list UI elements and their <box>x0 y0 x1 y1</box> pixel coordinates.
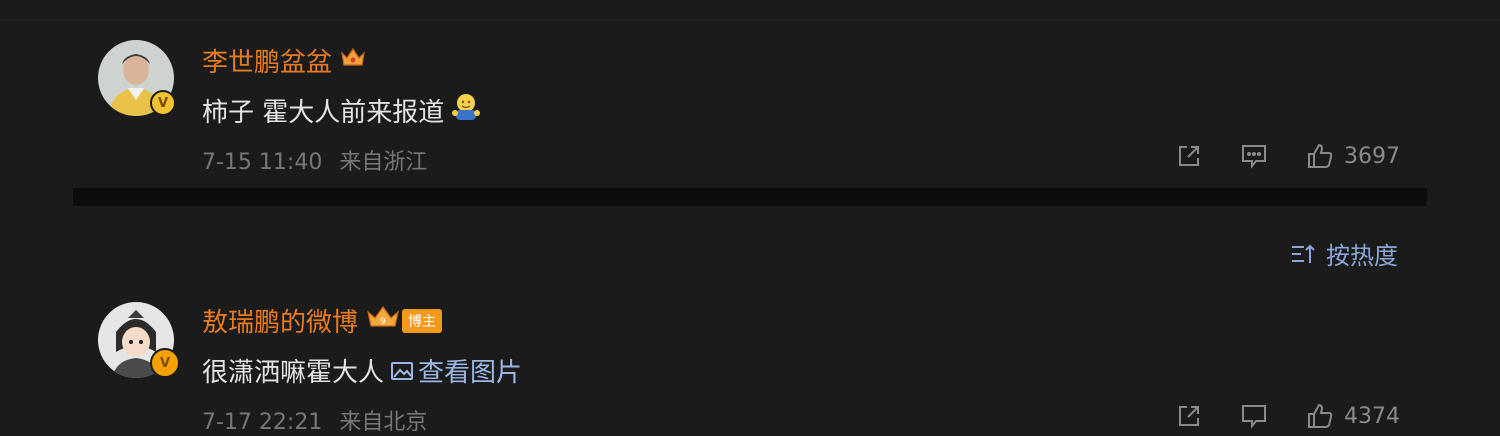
timestamp: 7-17 22:21 <box>202 410 323 435</box>
sort-icon <box>1292 244 1315 263</box>
location: 来自北京 <box>339 410 428 435</box>
crown-icon: 9 <box>366 304 400 337</box>
image-icon <box>391 361 414 380</box>
timestamp: 7-15 11:40 <box>202 150 323 175</box>
comment-actions: 4374 <box>1176 402 1400 430</box>
svg-text:9: 9 <box>380 317 386 327</box>
share-icon <box>1179 406 1199 426</box>
author-tag: 博主 <box>402 308 443 333</box>
view-image-link[interactable]: 查看图片 <box>390 352 522 389</box>
like-count: 4374 <box>1344 403 1400 429</box>
comment-meta: 7-17 22:21 来自北京 <box>202 404 427 436</box>
like-button[interactable]: 4374 <box>1306 402 1400 430</box>
location: 来自浙江 <box>339 150 428 175</box>
sort-toggle[interactable]: 按热度 <box>1290 236 1398 271</box>
sort-label[interactable]: 按热度 <box>1326 236 1398 271</box>
avatar[interactable]: V <box>98 302 180 378</box>
comment-content: 很潇洒嘛霍大人 查看图片 <box>202 352 522 389</box>
comment-text: 很潇洒嘛霍大人 <box>202 358 385 388</box>
section-divider <box>73 188 1427 206</box>
username-text[interactable]: 敖瑞鹏的微博 <box>202 302 358 339</box>
share-button[interactable] <box>1176 403 1202 429</box>
thumbs-up-icon <box>1308 403 1333 428</box>
view-image-text[interactable]: 查看图片 <box>418 352 522 389</box>
username[interactable]: 敖瑞鹏的微博 9 博主 <box>202 302 443 339</box>
reply-button[interactable] <box>1240 403 1268 429</box>
comment-item: V 敖瑞鹏的微博 9 博主 很潇洒嘛霍大人 查看图片 7-17 22:21 来自… <box>0 0 1500 435</box>
verified-v-icon: V <box>150 348 180 378</box>
comment-icon <box>1242 405 1266 429</box>
